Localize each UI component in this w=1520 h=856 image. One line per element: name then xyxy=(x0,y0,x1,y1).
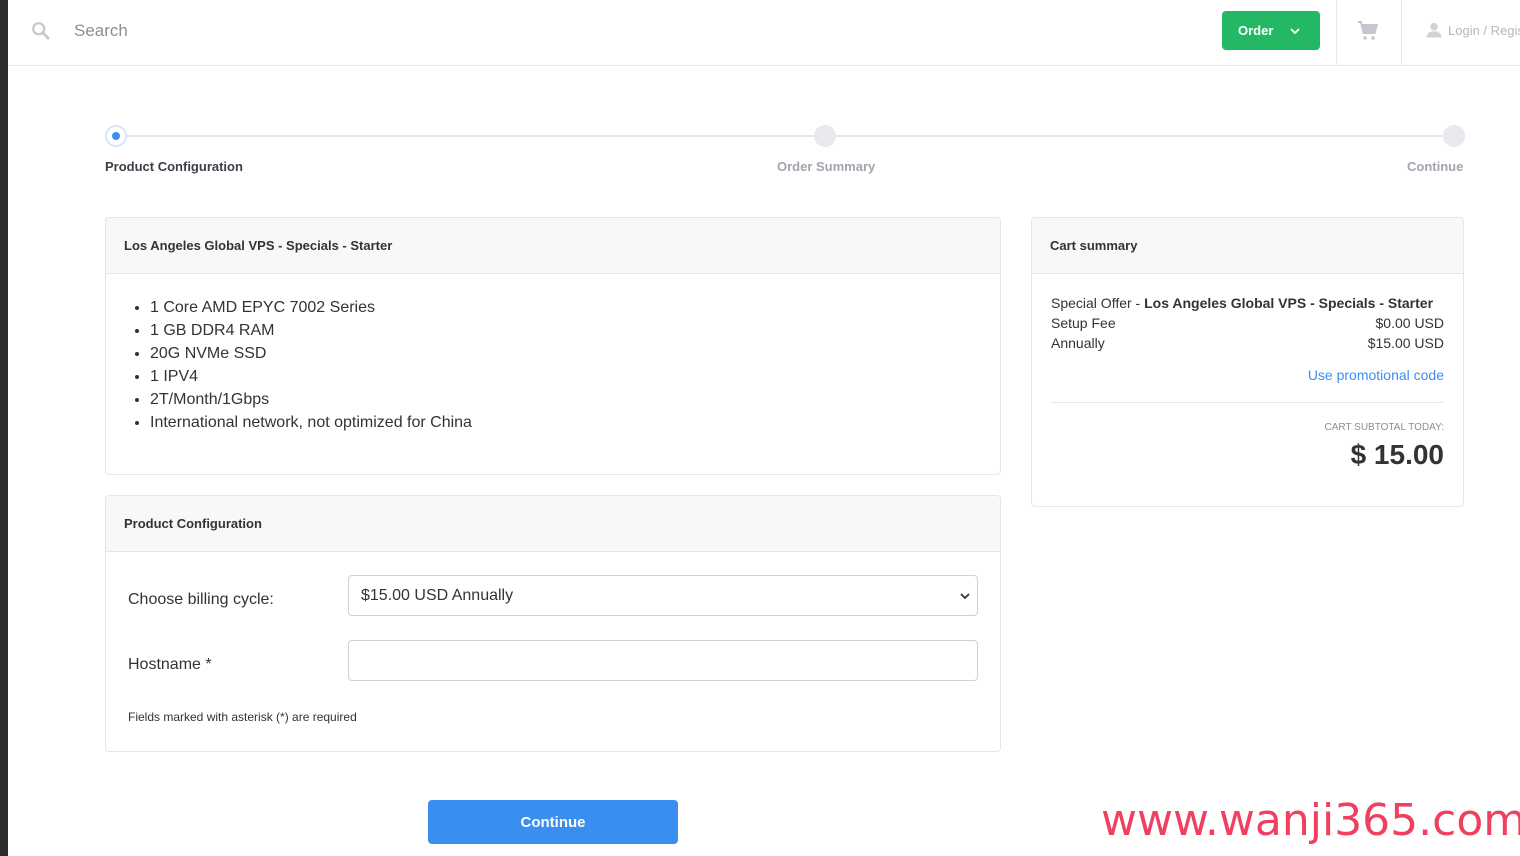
subtotal-value: $ 15.00 xyxy=(1350,439,1444,470)
order-button-label: Order xyxy=(1238,23,1274,38)
login-link[interactable]: Login / Register xyxy=(1424,20,1520,40)
hostname-label: Hostname * xyxy=(128,656,212,673)
step-label-order-summary: Order Summary xyxy=(777,159,876,174)
header-divider xyxy=(1401,0,1402,66)
required-fields-note: Fields marked with asterisk (*) are requ… xyxy=(128,710,357,724)
header-divider xyxy=(1336,0,1337,66)
feature-item: 20G NVMe SSD xyxy=(150,342,1000,365)
setup-fee-label: Setup Fee xyxy=(1051,315,1116,331)
search-input[interactable] xyxy=(64,14,664,48)
cart-summary-card: Cart summary Special Offer - Los Angeles… xyxy=(1031,217,1464,507)
billing-cycle-label: Choose billing cycle: xyxy=(128,591,274,608)
top-header: Order Login / Register xyxy=(8,0,1520,66)
billing-cycle-select[interactable]: $15.00 USD Annually xyxy=(348,575,978,616)
promo-code-link[interactable]: Use promotional code xyxy=(1051,367,1444,383)
feature-item: 1 IPV4 xyxy=(150,365,1000,388)
product-title: Los Angeles Global VPS - Specials - Star… xyxy=(106,218,1000,274)
cart-icon[interactable] xyxy=(1356,19,1380,43)
cart-summary-title: Cart summary xyxy=(1032,218,1463,274)
order-button[interactable]: Order xyxy=(1222,11,1320,50)
offer-product: Los Angeles Global VPS - Specials - Star… xyxy=(1144,295,1434,311)
chevron-down-icon xyxy=(1290,27,1301,34)
feature-item: International network, not optimized for… xyxy=(150,411,1000,434)
search-icon[interactable] xyxy=(30,20,52,42)
feature-item: 1 GB DDR4 RAM xyxy=(150,319,1000,342)
annually-row: Annually $15.00 USD xyxy=(1051,333,1444,353)
configuration-title: Product Configuration xyxy=(106,496,1000,552)
step-dot-continue xyxy=(1443,125,1465,147)
watermark: www.wanji365.com xyxy=(1101,795,1520,846)
summary-divider xyxy=(1051,402,1444,403)
feature-list: 1 Core AMD EPYC 7002 Series 1 GB DDR4 RA… xyxy=(106,274,1000,434)
billing-cycle-value: $15.00 USD Annually xyxy=(361,586,514,604)
offer-prefix: Special Offer - xyxy=(1051,295,1145,311)
cart-summary-body: Special Offer - Los Angeles Global VPS -… xyxy=(1032,274,1463,471)
product-configuration-card: Product Configuration Choose billing cyc… xyxy=(105,495,1001,752)
continue-button[interactable]: Continue xyxy=(428,800,678,844)
subtotal-label: CART SUBTOTAL TODAY: xyxy=(1324,422,1444,433)
step-label-continue: Continue xyxy=(1407,159,1464,174)
chevron-down-icon xyxy=(960,593,970,600)
window-edge xyxy=(0,0,8,856)
product-details-card: Los Angeles Global VPS - Specials - Star… xyxy=(105,217,1001,475)
annually-value: $15.00 USD xyxy=(1367,335,1444,351)
feature-item: 2T/Month/1Gbps xyxy=(150,388,1000,411)
step-dot-product-configuration xyxy=(105,125,127,147)
feature-item: 1 Core AMD EPYC 7002 Series xyxy=(150,296,1000,319)
setup-fee-value: $0.00 USD xyxy=(1375,315,1444,331)
setup-fee-row: Setup Fee $0.00 USD xyxy=(1051,313,1444,333)
offer-line: Special Offer - Los Angeles Global VPS -… xyxy=(1051,293,1444,313)
step-label-product-configuration: Product Configuration xyxy=(105,159,243,174)
hostname-input[interactable] xyxy=(348,640,978,681)
annually-label: Annually xyxy=(1051,335,1105,351)
stepper-track xyxy=(116,135,1454,137)
user-icon xyxy=(1426,22,1442,38)
login-label: Login / Register xyxy=(1448,22,1520,38)
step-dot-order-summary xyxy=(814,125,836,147)
